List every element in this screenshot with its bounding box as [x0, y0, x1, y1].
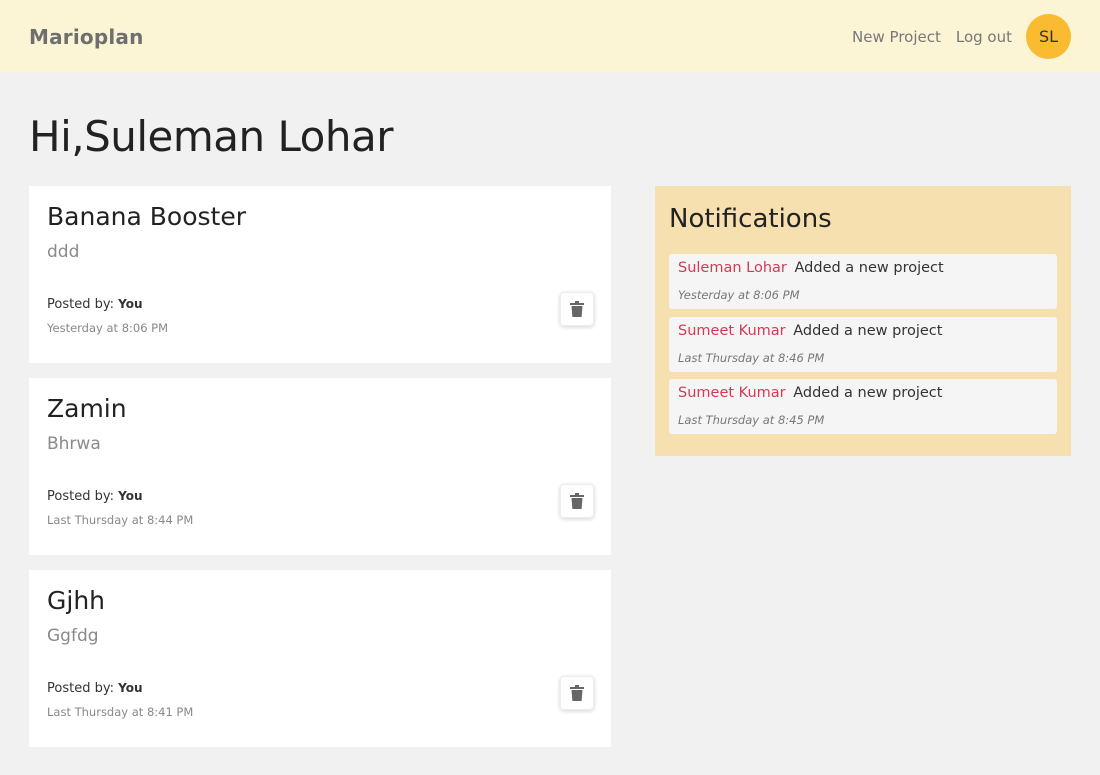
posted-by-author: You	[118, 681, 143, 695]
posted-by-label: Posted by:	[47, 489, 114, 504]
notification-item: Sumeet Kumar Added a new project Last Th…	[669, 317, 1057, 372]
notification-action: Added a new project	[794, 260, 944, 276]
project-card[interactable]: Banana Booster ddd Posted by: You Yester…	[29, 186, 611, 363]
notification-action: Added a new project	[793, 323, 943, 339]
project-title: Banana Booster	[47, 202, 246, 231]
nav-links: New Project Log out SL	[852, 14, 1071, 59]
notification-text: Sumeet Kumar Added a new project	[678, 385, 942, 401]
posted-by: Posted by: You	[47, 297, 142, 312]
new-project-link[interactable]: New Project	[852, 28, 941, 46]
notification-user: Suleman Lohar	[678, 260, 787, 276]
user-avatar[interactable]: SL	[1026, 14, 1071, 59]
notification-time: Yesterday at 8:06 PM	[678, 288, 800, 302]
greeting-heading: Hi,Suleman Lohar	[29, 112, 394, 161]
notification-text: Suleman Lohar Added a new project	[678, 260, 944, 276]
project-content: Bhrwa	[47, 434, 101, 454]
notifications-title: Notifications	[669, 204, 832, 234]
trash-icon	[570, 493, 584, 509]
project-timestamp: Yesterday at 8:06 PM	[47, 321, 169, 335]
notification-action: Added a new project	[793, 385, 943, 401]
posted-by: Posted by: You	[47, 681, 142, 696]
notification-text: Sumeet Kumar Added a new project	[678, 323, 942, 339]
project-content: Ggfdg	[47, 626, 99, 646]
project-card[interactable]: Zamin Bhrwa Posted by: You Last Thursday…	[29, 378, 611, 555]
project-title: Zamin	[47, 394, 127, 423]
notification-item: Sumeet Kumar Added a new project Last Th…	[669, 379, 1057, 434]
project-card[interactable]: Gjhh Ggfdg Posted by: You Last Thursday …	[29, 570, 611, 747]
posted-by: Posted by: You	[47, 489, 142, 504]
brand-logo-link[interactable]: Marioplan	[29, 25, 144, 49]
notification-time: Last Thursday at 8:45 PM	[678, 413, 825, 427]
notification-item: Suleman Lohar Added a new project Yester…	[669, 254, 1057, 309]
delete-project-button[interactable]	[560, 676, 594, 710]
project-title: Gjhh	[47, 586, 106, 615]
project-timestamp: Last Thursday at 8:41 PM	[47, 705, 194, 719]
notification-user: Sumeet Kumar	[678, 385, 786, 401]
project-timestamp: Last Thursday at 8:44 PM	[47, 513, 194, 527]
trash-icon	[570, 301, 584, 317]
posted-by-author: You	[118, 297, 143, 311]
notifications-panel: Notifications Suleman Lohar Added a new …	[655, 186, 1071, 456]
log-out-link[interactable]: Log out	[956, 28, 1012, 46]
notification-user: Sumeet Kumar	[678, 323, 786, 339]
trash-icon	[570, 685, 584, 701]
delete-project-button[interactable]	[560, 292, 594, 326]
project-content: ddd	[47, 242, 80, 262]
posted-by-author: You	[118, 489, 143, 503]
posted-by-label: Posted by:	[47, 297, 114, 312]
delete-project-button[interactable]	[560, 484, 594, 518]
posted-by-label: Posted by:	[47, 681, 114, 696]
navbar: Marioplan New Project Log out SL	[0, 0, 1100, 72]
notification-time: Last Thursday at 8:46 PM	[678, 351, 825, 365]
